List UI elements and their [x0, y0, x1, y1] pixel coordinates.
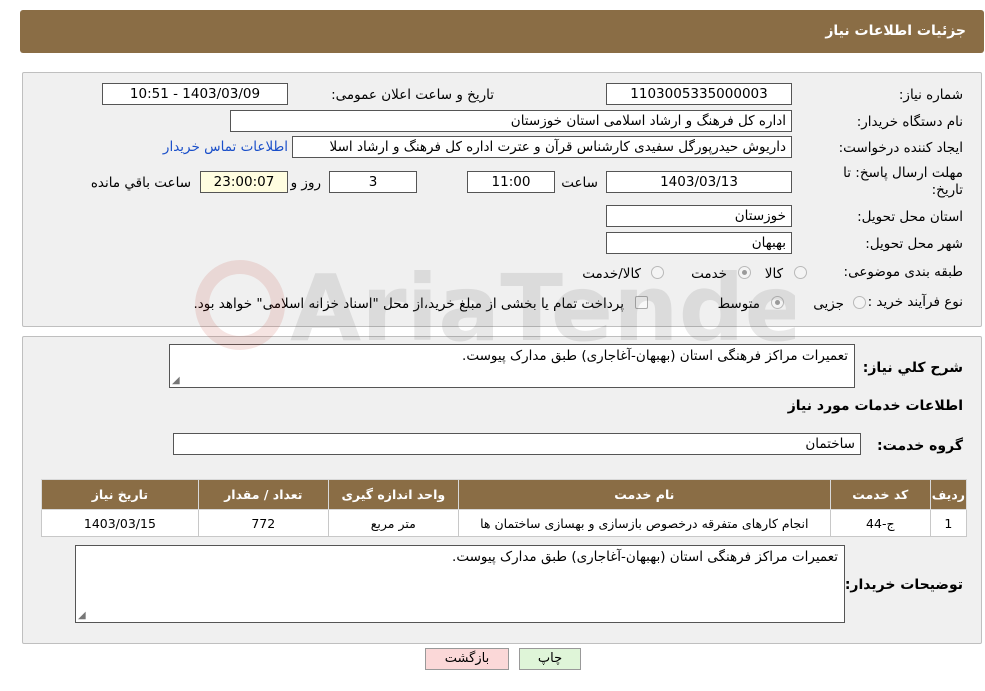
category-goods-service-label: کالا/خدمت — [582, 266, 641, 282]
category-service-radio[interactable] — [738, 266, 751, 279]
purchase-type-medium-label: متوسط — [717, 296, 760, 312]
category-goods-radio[interactable] — [794, 266, 807, 279]
city-field: بهبهان — [606, 232, 792, 254]
col-need-date: تاریخ نیاز — [41, 479, 199, 510]
announce-datetime-label: تاریخ و ساعت اعلان عمومی: — [331, 87, 494, 103]
services-section-title: اطلاعات خدمات مورد نیاز — [787, 398, 963, 414]
deadline-days-field: 3 — [329, 171, 417, 193]
need-info-panel: شماره نیاز: 1103005335000003 تاریخ و ساع… — [22, 72, 982, 327]
purchase-type-minor-label: جزیی — [813, 296, 844, 312]
resize-handle-icon[interactable]: ◢ — [78, 610, 86, 621]
deadline-label: مهلت ارسال پاسخ: تا تاریخ: — [843, 165, 963, 198]
need-number-field: 1103005335000003 — [606, 83, 792, 105]
category-goods-label: کالا — [764, 266, 783, 282]
deadline-days-label: روز و — [290, 175, 321, 191]
cell-quantity: 772 — [197, 509, 329, 537]
summary-text: تعمیرات مراکز فرهنگی استان (بهبهان-آغاجا… — [462, 348, 848, 364]
province-field: خوزستان — [606, 205, 792, 227]
purchase-type-minor-radio[interactable] — [853, 296, 866, 309]
buyer-notes-text: تعمیرات مراکز فرهنگی استان (بهبهان-آغاجا… — [452, 549, 838, 565]
cell-service-name: انجام کارهای متفرقه درخصوص بازسازی و بهس… — [457, 509, 831, 537]
back-button[interactable]: بازگشت — [425, 648, 509, 670]
cell-need-date: 1403/03/15 — [41, 509, 199, 537]
col-unit: واحد اندازه گیری — [327, 479, 459, 510]
table-row: 1 ج-44 انجام کارهای متفرقه درخصوص بازساز… — [41, 509, 968, 537]
city-label: شهر محل تحویل: — [865, 236, 963, 252]
deadline-date-field: 1403/03/13 — [606, 171, 792, 193]
purchase-type-label: نوع فرآیند خرید : — [867, 294, 963, 310]
creator-field: داریوش حیدرپورگل سفیدی کارشناس قرآن و عت… — [292, 136, 792, 158]
buyer-notes-textarea[interactable]: تعمیرات مراکز فرهنگی استان (بهبهان-آغاجا… — [75, 545, 845, 623]
resize-handle-icon[interactable]: ◢ — [172, 375, 180, 386]
col-row: ردیف — [929, 479, 968, 510]
cell-row: 1 — [929, 509, 968, 537]
summary-label: شرح کلي نیاز: — [862, 360, 963, 376]
category-label: طبقه بندی موضوعی: — [843, 264, 963, 280]
remaining-time-label: ساعت باقي مانده — [90, 175, 191, 191]
page-header: جزئیات اطلاعات نیاز — [20, 10, 984, 53]
col-service-code: کد خدمت — [829, 479, 931, 510]
col-quantity: تعداد / مقدار — [197, 479, 329, 510]
treasury-payment-checkbox[interactable] — [635, 296, 648, 309]
service-group-field: ساختمان — [173, 433, 861, 455]
province-label: استان محل تحویل: — [857, 209, 963, 225]
deadline-time-label: ساعت — [561, 175, 598, 191]
need-details-panel: شرح کلي نیاز: تعمیرات مراکز فرهنگی استان… — [22, 336, 982, 644]
summary-textarea[interactable]: تعمیرات مراکز فرهنگی استان (بهبهان-آغاجا… — [169, 344, 855, 388]
cell-service-code: ج-44 — [829, 509, 931, 537]
page-title: جزئیات اطلاعات نیاز — [825, 23, 966, 39]
need-number-label: شماره نیاز: — [898, 87, 963, 103]
remaining-time-field: 23:00:07 — [200, 171, 288, 193]
announce-datetime-field: 1403/03/09 - 10:51 — [102, 83, 288, 105]
service-group-label: گروه خدمت: — [877, 438, 963, 454]
services-table-header: ردیف کد خدمت نام خدمت واحد اندازه گیری ت… — [41, 479, 968, 510]
creator-label: ایجاد کننده درخواست: — [838, 140, 963, 156]
buyer-contact-link[interactable]: اطلاعات تماس خریدار — [163, 139, 288, 155]
purchase-type-medium-radio[interactable] — [771, 296, 784, 309]
category-service-label: خدمت — [691, 266, 727, 282]
buyer-notes-label: توضیحات خریدار: — [844, 577, 963, 593]
deadline-time-field: 11:00 — [467, 171, 555, 193]
cell-unit: متر مربع — [327, 509, 459, 537]
services-table: ردیف کد خدمت نام خدمت واحد اندازه گیری ت… — [41, 479, 968, 537]
treasury-payment-note: پرداخت تمام یا بخشی از مبلغ خرید،از محل … — [193, 296, 624, 312]
buyer-org-field: اداره کل فرهنگ و ارشاد اسلامی استان خوزس… — [230, 110, 792, 132]
category-goods-service-radio[interactable] — [651, 266, 664, 279]
buyer-org-label: نام دستگاه خریدار: — [856, 114, 963, 130]
col-service-name: نام خدمت — [457, 479, 831, 510]
print-button[interactable]: چاپ — [519, 648, 581, 670]
